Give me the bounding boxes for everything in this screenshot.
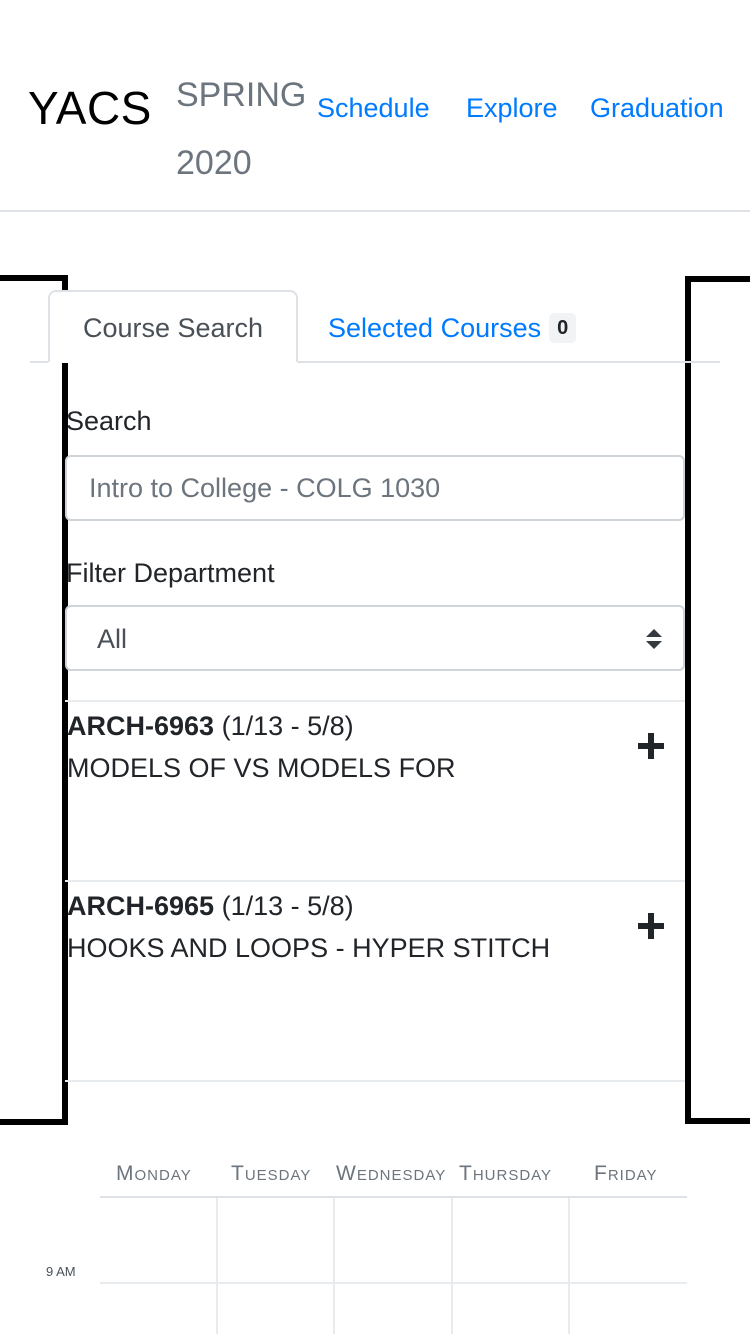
- selected-count-badge: 0: [549, 313, 577, 343]
- course-heading: ARCH-6963 (1/13 - 5/8): [67, 708, 354, 744]
- calendar-column-divider: [451, 1198, 453, 1334]
- course-list-divider: [65, 1080, 685, 1082]
- calendar-day-tuesday: Tuesday: [231, 1162, 312, 1185]
- semester-year: 2020: [176, 144, 252, 182]
- left-panel-frame: [0, 275, 68, 1125]
- course-dates: (1/13 - 5/8): [221, 711, 354, 741]
- calendar-day-monday: Monday: [116, 1162, 192, 1185]
- department-select-value: All: [97, 624, 128, 654]
- calendar-header-divider: [100, 1196, 687, 1198]
- course-list-item: ARCH-6965 (1/13 - 5/8) HOOKS AND LOOPS -…: [65, 880, 685, 1060]
- semester-season: SPRING: [176, 76, 307, 114]
- calendar-day-wednesday: Wednesday: [336, 1162, 447, 1185]
- calendar-column-divider: [568, 1198, 570, 1334]
- nav-graduation-link[interactable]: Graduation: [590, 88, 724, 128]
- search-label: Search: [66, 406, 152, 436]
- navbar: YACS SPRING 2020 Schedule Explore Gradua…: [0, 0, 750, 212]
- course-list-item: ARCH-6963 (1/13 - 5/8) MODELS OF VS MODE…: [65, 700, 685, 880]
- course-dates: (1/13 - 5/8): [221, 891, 354, 921]
- calendar-column-divider: [333, 1198, 335, 1334]
- nav-schedule-link[interactable]: Schedule: [317, 88, 430, 128]
- page: YACS SPRING 2020 Schedule Explore Gradua…: [0, 0, 750, 1334]
- add-course-plus-icon[interactable]: [637, 912, 665, 940]
- tab-course-search[interactable]: Course Search: [48, 290, 298, 363]
- calendar-day-thursday: Thursday: [459, 1162, 553, 1185]
- calendar-time-label: 9 AM: [46, 1264, 76, 1279]
- right-panel-frame: [685, 276, 750, 1124]
- brand-logo[interactable]: YACS: [28, 80, 152, 136]
- semester-label: SPRING 2020: [176, 60, 306, 198]
- add-course-plus-icon[interactable]: [637, 732, 665, 760]
- calendar-column-divider: [216, 1198, 218, 1334]
- course-title: HOOKS AND LOOPS - HYPER STITCH: [67, 933, 551, 963]
- course-code: ARCH-6963: [67, 711, 215, 741]
- calendar-day-friday: Friday: [594, 1162, 658, 1185]
- select-updown-icon: [646, 629, 662, 649]
- tab-selected-courses-label: Selected Courses: [328, 313, 542, 343]
- department-select[interactable]: All: [65, 605, 685, 671]
- calendar-hour-divider: [100, 1282, 687, 1284]
- course-title: MODELS OF VS MODELS FOR: [67, 753, 456, 783]
- course-heading: ARCH-6965 (1/13 - 5/8): [67, 888, 354, 924]
- tab-selected-courses[interactable]: Selected Courses 0: [328, 290, 577, 363]
- course-code: ARCH-6965: [67, 891, 215, 921]
- search-input[interactable]: [65, 455, 685, 521]
- filter-department-label: Filter Department: [66, 558, 275, 588]
- nav-explore-link[interactable]: Explore: [466, 88, 558, 128]
